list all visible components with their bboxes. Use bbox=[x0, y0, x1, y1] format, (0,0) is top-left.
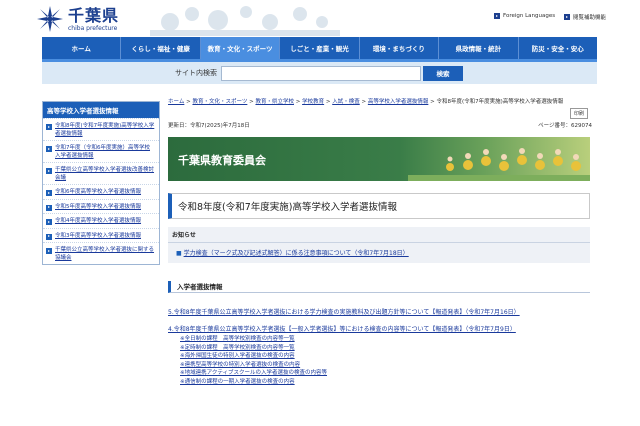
notice-box: お知らせ ■ 学力検査（マーク式及び記述式解答）に係る注意事項について（令和7年… bbox=[168, 227, 590, 263]
arrow-icon bbox=[564, 14, 570, 20]
sidebar-item-label[interactable]: 令和3年度高等学校入学者選抜情報 bbox=[55, 233, 141, 241]
main-content: ホーム > 教育・文化・スポーツ > 教育・県立学校 > 学校教育 > 入試・検… bbox=[168, 98, 598, 386]
sidebar-item-label[interactable]: 令和7年度（令和6年度実施）高等学校入学者選抜情報 bbox=[55, 145, 155, 160]
bullet-icon: ■ bbox=[176, 250, 182, 257]
breadcrumb-link[interactable]: 教育・県立学校 bbox=[255, 99, 294, 105]
sidebar-item[interactable]: 千葉県公立高等学校入学者選抜改善検討会議 bbox=[43, 162, 159, 184]
search-button[interactable]: 検索 bbox=[423, 65, 463, 81]
sidebar-item[interactable]: 令和8年度(令和7年度実施)高等学校入学者選抜情報 bbox=[43, 118, 159, 140]
global-nav: ホーム くらし・福祉・健康 教育・文化・スポーツ しごと・産業・観光 環境・まち… bbox=[42, 37, 597, 59]
sidebar-item-label[interactable]: 令和4年度高等学校入学者選抜情報 bbox=[55, 218, 141, 226]
accessibility-label: 閲覧補助機能 bbox=[573, 15, 607, 21]
page-title-box: 令和8年度(令和7年度実施)高等学校入学者選抜情報 bbox=[168, 193, 590, 219]
sidebar: 高等学校入学者選抜情報 令和8年度(令和7年度実施)高等学校入学者選抜情報 令和… bbox=[42, 101, 160, 265]
page-title: 令和8年度(令和7年度実施)高等学校入学者選抜情報 bbox=[178, 202, 398, 213]
breadcrumb-link[interactable]: ホーム bbox=[168, 99, 184, 105]
list-item: 4.令和8年度千葉県公立高等学校入学者選抜【一般入学者選抜】等における検査の内容… bbox=[168, 324, 598, 386]
arrow-icon bbox=[46, 190, 52, 196]
nav-item-work[interactable]: しごと・産業・観光 bbox=[280, 37, 360, 59]
arrow-icon bbox=[46, 204, 52, 211]
breadcrumb-current: 令和8年度(令和7年度実施)高等学校入学者選抜情報 bbox=[436, 99, 564, 105]
arrow-icon bbox=[46, 248, 52, 254]
board-of-education-banner: 千葉県教育委員会 bbox=[168, 137, 590, 181]
sub-link[interactable]: ※定時制の課程 高等学校別検査の内容等一覧 bbox=[180, 345, 295, 351]
site-header: 千葉県 chiba prefecture Foreign Languages 閲… bbox=[0, 0, 640, 36]
item-5-link[interactable]: 5.令和8年度千葉県公立高等学校入学者選抜における学力検査の実施教科及び出題方針… bbox=[168, 309, 520, 316]
sidebar-item[interactable]: 令和5年度高等学校入学者選抜情報 bbox=[43, 198, 159, 214]
breadcrumb-link[interactable]: 高等学校入学者選抜情報 bbox=[368, 99, 429, 105]
sub-link[interactable]: ※通信制の課程の一期入学者選抜の検査の内容 bbox=[180, 379, 295, 385]
search-label: サイト内検索 bbox=[175, 69, 217, 77]
nav-item-government[interactable]: 県政情報・統計 bbox=[439, 37, 519, 59]
arrow-icon bbox=[46, 146, 52, 152]
search-input[interactable] bbox=[221, 65, 421, 81]
breadcrumb-link[interactable]: 入試・検査 bbox=[332, 99, 360, 105]
print-button[interactable]: 印刷 bbox=[569, 108, 588, 119]
sub-link-list: ※全日制の課程 高等学校別検査の内容等一覧 ※定時制の課程 高等学校別検査の内容… bbox=[168, 335, 598, 386]
nav-item-life[interactable]: くらし・福祉・健康 bbox=[121, 37, 201, 59]
arrow-icon bbox=[494, 13, 500, 19]
sidebar-item[interactable]: 令和3年度高等学校入学者選抜情報 bbox=[43, 227, 159, 243]
sub-link[interactable]: ※海外帰国生徒の特別入学者選抜の検査の内容 bbox=[180, 353, 295, 359]
sidebar-item[interactable]: 令和4年度高等学校入学者選抜情報 bbox=[43, 213, 159, 228]
breadcrumb-link[interactable]: 教育・文化・スポーツ bbox=[192, 99, 247, 105]
sidebar-item[interactable]: 令和6年度高等学校入学者選抜情報 bbox=[43, 184, 159, 199]
breadcrumb-link[interactable]: 学校教育 bbox=[302, 99, 324, 105]
arrow-icon bbox=[46, 219, 52, 225]
arrow-icon bbox=[46, 168, 52, 174]
nav-item-home[interactable]: ホーム bbox=[42, 37, 122, 59]
breadcrumb: ホーム > 教育・文化・スポーツ > 教育・県立学校 > 学校教育 > 入試・検… bbox=[168, 99, 564, 105]
banner-title: 千葉県教育委員会 bbox=[178, 154, 266, 167]
nav-item-education[interactable]: 教育・文化・スポーツ bbox=[200, 37, 281, 59]
sidebar-title: 高等学校入学者選抜情報 bbox=[43, 102, 159, 118]
nav-item-environment[interactable]: 環境・まちづくり bbox=[360, 37, 440, 59]
nav-item-safety[interactable]: 防災・安全・安心 bbox=[519, 37, 597, 59]
logo-title: 千葉県 bbox=[68, 5, 120, 25]
sidebar-item[interactable]: 令和7年度（令和6年度実施）高等学校入学者選抜情報 bbox=[43, 140, 159, 162]
item-4-link[interactable]: 4.令和8年度千葉県公立高等学校入学者選抜【一般入学者選抜】等における検査の内容… bbox=[168, 326, 516, 333]
foreign-languages-link[interactable]: Foreign Languages bbox=[494, 13, 555, 19]
sub-link[interactable]: ※全日制の課程 高等学校別検査の内容等一覧 bbox=[180, 336, 295, 342]
logo-subtitle: chiba prefecture bbox=[68, 24, 118, 32]
sidebar-item-label[interactable]: 千葉県公立高等学校入学者選抜に関する協議会 bbox=[55, 247, 155, 262]
site-logo[interactable]: 千葉県 chiba prefecture bbox=[36, 5, 119, 33]
sidebar-item-label[interactable]: 令和5年度高等学校入学者選抜情報 bbox=[55, 204, 141, 212]
page-meta: 更新日：令和7(2025)年7月18日 印刷 ページ番号：629074 bbox=[168, 108, 598, 133]
updated-date: 更新日：令和7(2025)年7月18日 bbox=[168, 123, 250, 129]
sidebar-item[interactable]: 千葉県公立高等学校入学者選抜に関する協議会 bbox=[43, 242, 159, 264]
list-item: 5.令和8年度千葉県公立高等学校入学者選抜における学力検査の実施教科及び出題方針… bbox=[168, 307, 598, 316]
site-search-bar: サイト内検索 検索 bbox=[42, 62, 597, 84]
foreign-languages-label: Foreign Languages bbox=[503, 13, 556, 19]
header-decoration bbox=[150, 6, 340, 36]
sidebar-item-label[interactable]: 千葉県公立高等学校入学者選抜改善検討会議 bbox=[55, 167, 155, 182]
chiba-logo-icon bbox=[37, 6, 63, 32]
arrow-icon bbox=[46, 124, 52, 130]
sidebar-item-label[interactable]: 令和6年度高等学校入学者選抜情報 bbox=[55, 189, 141, 197]
sub-link[interactable]: ※地域連携アクティブスクールの入学者選抜の検査の内容等 bbox=[180, 370, 327, 376]
accessibility-link[interactable]: 閲覧補助機能 bbox=[564, 13, 606, 21]
sub-link[interactable]: ※連携型高等学校の特別入学者選抜の検査の内容 bbox=[180, 362, 300, 368]
notice-link[interactable]: 学力検査（マーク式及び記述式解答）に係る注意事項について（令和7年7月18日） bbox=[184, 250, 409, 257]
notice-body: ■ 学力検査（マーク式及び記述式解答）に係る注意事項について（令和7年7月18日… bbox=[168, 243, 590, 263]
page-number: ページ番号：629074 bbox=[538, 123, 592, 129]
notice-heading: お知らせ bbox=[168, 227, 590, 243]
arrow-icon bbox=[46, 233, 52, 240]
sidebar-item-label[interactable]: 令和8年度(令和7年度実施)高等学校入学者選抜情報 bbox=[55, 123, 155, 138]
section-heading: 入学者選抜情報 bbox=[168, 281, 590, 293]
